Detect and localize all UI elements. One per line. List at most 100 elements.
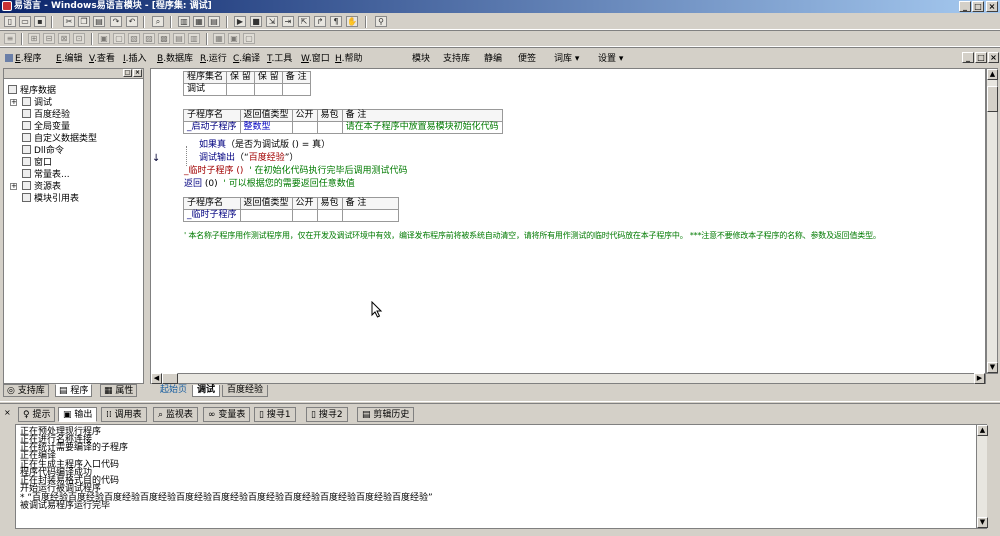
find-icon[interactable]: ⌕	[152, 16, 164, 27]
assembly-cell[interactable]	[281, 83, 311, 96]
step-out-icon[interactable]: ⇱	[298, 16, 310, 27]
scroll-thumb[interactable]	[987, 86, 998, 112]
mdi-close-button[interactable]: ×	[988, 52, 999, 63]
step-over-icon[interactable]: ⇥	[282, 16, 294, 27]
align-icon-3[interactable]: ⊠	[58, 33, 70, 44]
tab-call-table[interactable]: ⁞⁞ 调用表	[101, 407, 147, 422]
tree-item-globals[interactable]: 全局变量	[22, 121, 70, 133]
assembly-cell[interactable]	[226, 83, 255, 96]
paste-icon[interactable]: ▤	[93, 16, 105, 27]
sub2-cell[interactable]	[291, 209, 318, 222]
layout1-icon[interactable]: ▥	[178, 16, 190, 27]
tab-hint[interactable]: ♀ 提示	[18, 407, 56, 422]
sub-return-cell[interactable]: 整数型	[239, 121, 293, 134]
hscroll-thumb[interactable]	[162, 373, 178, 384]
editor-vscrollbar[interactable]: ▲ ▼	[986, 68, 998, 374]
size-icon-6[interactable]: ▤	[173, 33, 185, 44]
save-icon[interactable]: ▪	[34, 16, 46, 27]
sub-name-cell[interactable]: _启动子程序	[183, 121, 241, 134]
tree-item-dll[interactable]: Dll命令	[22, 145, 64, 157]
close-button[interactable]: ×	[986, 1, 998, 12]
tab-watch[interactable]: ⌕ 监视表	[153, 407, 198, 422]
size-icon-2[interactable]: ▢	[113, 33, 125, 44]
layout3-icon[interactable]: ▤	[208, 16, 220, 27]
binoculars-icon[interactable]: ⚲	[375, 16, 387, 27]
size-icon-1[interactable]: ▣	[98, 33, 110, 44]
redo-icon[interactable]: ↷	[110, 16, 122, 27]
scroll-down-icon[interactable]: ▼	[977, 517, 988, 528]
tab-support-lib[interactable]: ◎ 支持库	[3, 384, 49, 397]
scroll-right-icon[interactable]: ▶	[974, 373, 985, 384]
scroll-down-icon[interactable]: ▼	[987, 362, 998, 373]
sub2-name-cell[interactable]: _临时子程序	[183, 209, 241, 222]
tab-clip-history[interactable]: ▤ 剪辑历史	[357, 407, 415, 422]
panel-close-button[interactable]: ×	[133, 69, 142, 77]
step-into-icon[interactable]: ⇲	[266, 16, 278, 27]
panel-dock-button[interactable]: □	[123, 69, 132, 77]
size-icon-5[interactable]: ▩	[158, 33, 170, 44]
tree-item-constants[interactable]: 常量表...	[22, 169, 70, 181]
scroll-left-icon[interactable]: ◀	[151, 373, 162, 384]
run-icon[interactable]: ▶	[234, 16, 246, 27]
sub-table-temp[interactable]: 子程序名 返回值类型 公开 易包 备 注 _临时子程序	[183, 197, 399, 222]
size-icon-4[interactable]: ▨	[143, 33, 155, 44]
size-icon-9[interactable]: ▣	[228, 33, 240, 44]
tab-search2[interactable]: ▯ 搜寻2	[306, 407, 348, 422]
hand-icon[interactable]: ✋	[346, 16, 358, 27]
minimize-button[interactable]: _	[959, 1, 971, 12]
menu-support-lib[interactable]: 支持库	[443, 51, 470, 64]
mdi-minimize-button[interactable]: _	[962, 52, 974, 63]
tab-output[interactable]: ▣ 输出	[58, 407, 98, 422]
menu-help[interactable]: H.帮助	[335, 51, 362, 64]
menu-module[interactable]: 模块	[412, 51, 430, 64]
code-line-temp-call[interactable]: _临时子程序 () ' 在初始化代码执行完毕后调用测试代码	[184, 166, 407, 177]
sub2-cell[interactable]	[316, 209, 343, 222]
menu-edit[interactable]: E.编辑	[56, 51, 83, 64]
tab-baidu[interactable]: 百度经验	[222, 385, 269, 397]
menu-settings[interactable]: 设置 ▾	[598, 51, 623, 64]
breakpoint-icon[interactable]: ¶	[330, 16, 342, 27]
sub-cell[interactable]	[316, 121, 343, 134]
menu-window[interactable]: W.窗口	[301, 51, 330, 64]
sub-table-startup[interactable]: 子程序名 返回值类型 公开 易包 备 注 _启动子程序 整数型 请在本子程序中放…	[183, 109, 503, 134]
menu-program[interactable]: E.程序	[5, 51, 42, 64]
editor-hscrollbar[interactable]: ◀ ▶	[150, 373, 986, 384]
size-icon-7[interactable]: ▥	[188, 33, 200, 44]
menu-notes[interactable]: 便签	[518, 51, 536, 64]
tab-properties[interactable]: ▦ 属性	[100, 384, 138, 397]
menu-view[interactable]: V.查看	[89, 51, 115, 64]
splitter[interactable]	[0, 401, 1000, 404]
code-line-debug-output[interactable]: 调试输出（“百度经验”）	[199, 153, 298, 164]
expand-debug-icon[interactable]: +	[10, 99, 17, 106]
layout2-icon[interactable]: ▦	[193, 16, 205, 27]
sub-remark-cell[interactable]: 请在本子程序中放置易模块初始化代码	[341, 121, 503, 134]
size-icon-3[interactable]: ▧	[128, 33, 140, 44]
assembly-name-cell[interactable]: 调试	[182, 83, 228, 96]
size-icon-8[interactable]: ▦	[213, 33, 225, 44]
cut-icon[interactable]: ✂	[63, 16, 75, 27]
menu-wordlib[interactable]: 词库 ▾	[554, 51, 579, 64]
tab-debug[interactable]: 调试	[192, 385, 221, 397]
tree-item-module-refs[interactable]: 模块引用表	[22, 193, 79, 205]
copy-icon[interactable]: ❐	[78, 16, 90, 27]
maximize-button[interactable]: □	[972, 1, 984, 12]
output-panel[interactable]: 正在预处理现行程序 正在进行名称连接 正在统计需要编译的子程序 正在编译 正在生…	[15, 424, 988, 529]
scroll-up-icon[interactable]: ▲	[987, 69, 998, 80]
new-file-icon[interactable]: ▯	[4, 16, 16, 27]
align-icon-4[interactable]: ⊡	[73, 33, 85, 44]
menu-database[interactable]: B.数据库	[157, 51, 193, 64]
tab-variables[interactable]: ∞ 变量表	[203, 407, 251, 422]
run-to-cursor-icon[interactable]: ↱	[314, 16, 326, 27]
tree-item-window[interactable]: 窗口	[22, 157, 52, 169]
scroll-up-icon[interactable]: ▲	[977, 425, 988, 436]
stop-icon[interactable]: ■	[250, 16, 262, 27]
code-line-if[interactable]: 如果真（是否为调试版 () = 真）	[199, 140, 330, 151]
mdi-restore-button[interactable]: □	[975, 52, 987, 63]
undo-icon[interactable]: ↶	[126, 16, 138, 27]
code-line-note[interactable]: ' 本名称子程序用作测试程序用，仅在开发及调试环境中有效，编译发布程序前将被系统…	[184, 230, 881, 241]
align-icon-1[interactable]: ⊞	[28, 33, 40, 44]
assembly-cell[interactable]	[253, 83, 283, 96]
sub2-cell[interactable]	[341, 209, 399, 222]
menu-compile[interactable]: C.编译	[233, 51, 260, 64]
tab-program[interactable]: ▤ 程序	[55, 384, 93, 397]
